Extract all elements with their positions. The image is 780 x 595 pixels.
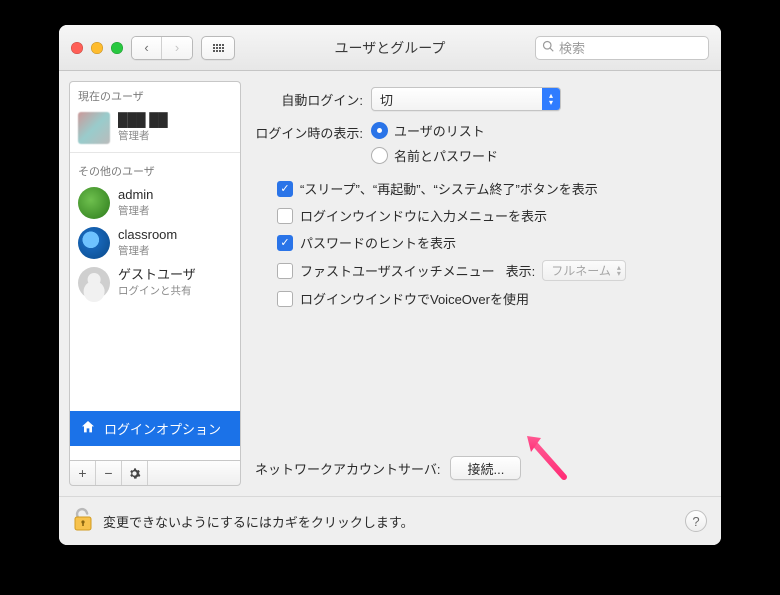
user-name: ███ ██ [118,113,168,127]
fast-user-popup[interactable]: フルネーム ▴ ▾ [542,260,626,281]
avatar [78,227,110,259]
avatar [78,187,110,219]
checkbox-fast-user-switch-label: ファストユーザスイッチメニュー [300,261,495,280]
checkbox-voiceover[interactable] [277,291,293,307]
radio-user-list-label: ユーザのリスト [394,121,485,140]
user-name: ゲストユーザ [118,268,196,282]
minimize-window-button[interactable] [91,42,103,54]
connect-button-label: 接続... [467,459,504,478]
checkbox-sleep-restart[interactable]: ✓ [277,181,293,197]
user-role: ログインと共有 [118,283,196,298]
divider [70,152,240,153]
zoom-window-button[interactable] [111,42,123,54]
window-body: 現在のユーザ ███ ██ 管理者 その他のユーザ admin 管理者 [59,71,721,496]
connect-button[interactable]: 接続... [450,456,521,480]
close-window-button[interactable] [71,42,83,54]
preferences-window: ‹ › ユーザとグループ 検索 現在のユーザ [59,25,721,545]
avatar [78,267,110,299]
actions-gear-button[interactable] [122,461,148,485]
auto-login-label: 自動ログイン: [253,90,363,109]
radio-user-list[interactable] [371,122,388,139]
house-icon [80,419,96,438]
checkbox-sleep-restart-label: “スリープ”、“再起動”、“システム終了”ボタンを表示 [300,179,598,198]
sidebar-toolbar: + − [69,460,241,486]
auto-login-popup[interactable]: 切 ▴ ▾ [371,87,561,111]
section-current-user: 現在のユーザ [70,82,240,108]
user-role: 管理者 [118,128,168,143]
login-options-item[interactable]: ログインオプション [70,411,240,446]
user-row-classroom[interactable]: classroom 管理者 [70,223,240,263]
avatar [78,112,110,144]
checkbox-password-hint[interactable]: ✓ [277,235,293,251]
search-field[interactable]: 検索 [535,36,709,60]
auto-login-value: 切 [380,90,393,109]
checkbox-voiceover-label: ログインウインドウでVoiceOverを使用 [300,289,529,308]
gear-icon [128,467,141,480]
user-role: 管理者 [118,243,177,258]
user-row-current[interactable]: ███ ██ 管理者 [70,108,240,148]
checkbox-password-hint-label: パスワードのヒントを表示 [300,233,456,252]
user-row-guest[interactable]: ゲストユーザ ログインと共有 [70,263,240,303]
back-button[interactable]: ‹ [132,37,162,59]
user-name: admin [118,188,153,202]
traffic-lights [71,42,123,54]
section-other-users: その他のユーザ [70,157,240,183]
user-role: 管理者 [118,203,153,218]
search-icon [542,40,554,55]
radio-name-password-label: 名前とパスワード [394,146,498,165]
lock-text: 変更できないようにするにはカギをクリックします。 [103,512,414,531]
main-panel: 自動ログイン: 切 ▴ ▾ ログイン時の表示: ユーザのリスト [251,81,711,486]
user-name: classroom [118,228,177,242]
nav-segment: ‹ › [131,36,193,60]
lock-icon[interactable] [73,507,93,536]
radio-name-password[interactable] [371,147,388,164]
add-user-button[interactable]: + [70,461,96,485]
show-all-button[interactable] [201,36,235,60]
checkbox-group: ✓ “スリープ”、“再起動”、“システム終了”ボタンを表示 ログインウインドウに… [253,179,709,316]
help-button[interactable]: ? [685,510,707,532]
network-server-row: ネットワークアカウントサーバ: 接続... [255,456,709,480]
user-row-admin[interactable]: admin 管理者 [70,183,240,223]
login-display-row: ログイン時の表示: ユーザのリスト 名前とパスワード [253,121,709,165]
login-display-label: ログイン時の表示: [253,121,363,142]
search-placeholder: 検索 [559,38,585,57]
chevron-updown-icon: ▴ ▾ [617,265,621,277]
footer: 変更できないようにするにはカギをクリックします。 ? [59,496,721,545]
login-options-label: ログインオプション [104,419,221,438]
sidebar: 現在のユーザ ███ ██ 管理者 その他のユーザ admin 管理者 [69,81,241,486]
network-server-label: ネットワークアカウントサーバ: [255,459,440,478]
checkbox-input-menu[interactable] [277,208,293,224]
fast-user-display-label: 表示: [506,261,536,280]
fast-user-value: フルネーム [551,262,611,279]
forward-button[interactable]: › [162,37,192,59]
auto-login-row: 自動ログイン: 切 ▴ ▾ [253,87,709,111]
user-list: 現在のユーザ ███ ██ 管理者 その他のユーザ admin 管理者 [69,81,241,460]
checkbox-input-menu-label: ログインウインドウに入力メニューを表示 [300,206,547,225]
chevron-updown-icon: ▴ ▾ [542,88,560,110]
remove-user-button[interactable]: − [96,461,122,485]
titlebar: ‹ › ユーザとグループ 検索 [59,25,721,71]
grid-icon [213,44,224,52]
checkbox-fast-user-switch[interactable] [277,263,293,279]
